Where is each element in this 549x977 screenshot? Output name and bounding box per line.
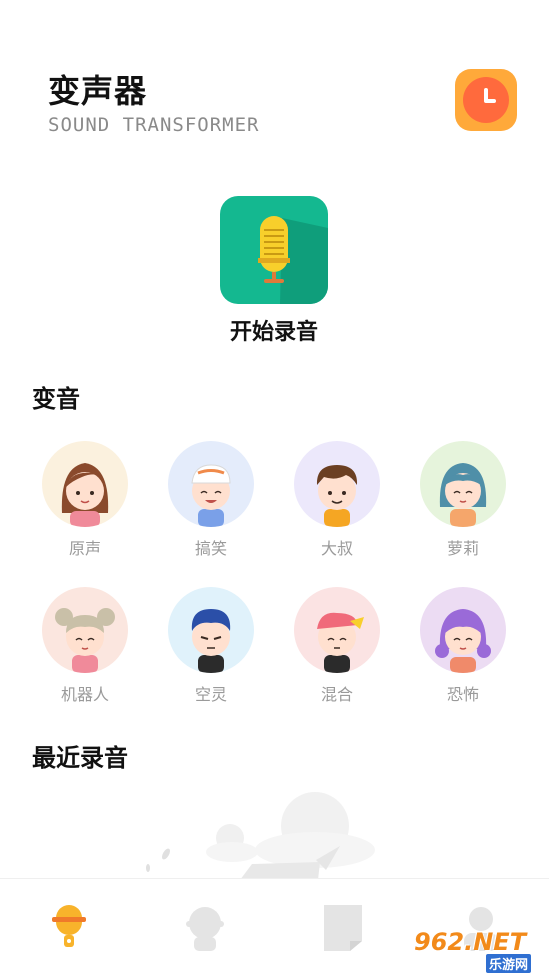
app-title: 变声器 (48, 72, 148, 110)
voice-item-funny[interactable]: 搞笑 (156, 441, 266, 559)
voice-item-label: 搞笑 (194, 539, 227, 558)
watermark-text: 962.NET (414, 928, 527, 956)
man-brown-hair-avatar (294, 441, 380, 527)
voice-item-original[interactable]: 原声 (30, 441, 140, 559)
voice-item-horror[interactable]: 恐怖 (408, 587, 518, 705)
recent-section-title: 最近录音 (32, 744, 128, 772)
voice-item-label: 萝莉 (446, 539, 479, 558)
voice-item-robot[interactable]: 机器人 (30, 587, 140, 705)
bandana-avatar (294, 587, 380, 673)
microphone-icon (258, 216, 328, 304)
empty-clouds-illustration (146, 792, 375, 880)
voice-item-label: 混合 (320, 685, 353, 704)
voice-item-label: 恐怖 (446, 685, 479, 704)
voice-item-label: 空灵 (194, 685, 227, 704)
app-subtitle: SOUND TRANSFORMER (48, 114, 260, 136)
document-tab-icon[interactable] (318, 903, 368, 953)
voice-item-label: 机器人 (60, 685, 109, 704)
watermark-logo: 962.NET 乐游网 (410, 928, 546, 973)
watermark-subtext: 乐游网 (486, 954, 532, 973)
girl-brown-hair-avatar (42, 441, 128, 527)
history-button[interactable] (455, 69, 517, 131)
voice-item-uncle[interactable]: 大叔 (282, 441, 392, 559)
voice-section-title: 变音 (32, 385, 80, 413)
voice-item-ethereal[interactable]: 空灵 (156, 587, 266, 705)
start-record-label: 开始录音 (229, 320, 318, 345)
girl-purple-hair-avatar (420, 587, 506, 673)
avatar-tab-icon[interactable] (180, 903, 230, 953)
girl-teal-hair-avatar (420, 441, 506, 527)
voice-item-label: 原声 (68, 539, 101, 558)
voice-item-loli[interactable]: 萝莉 (408, 441, 518, 559)
start-record-button[interactable] (220, 196, 328, 304)
clock-icon (463, 77, 509, 123)
girl-buns-avatar (42, 587, 128, 673)
voice-item-label: 大叔 (320, 539, 353, 558)
microphone-tab-icon[interactable] (44, 903, 94, 953)
boy-cap-avatar (168, 441, 254, 527)
boy-blue-hair-avatar (168, 587, 254, 673)
voice-item-mix[interactable]: 混合 (282, 587, 392, 705)
